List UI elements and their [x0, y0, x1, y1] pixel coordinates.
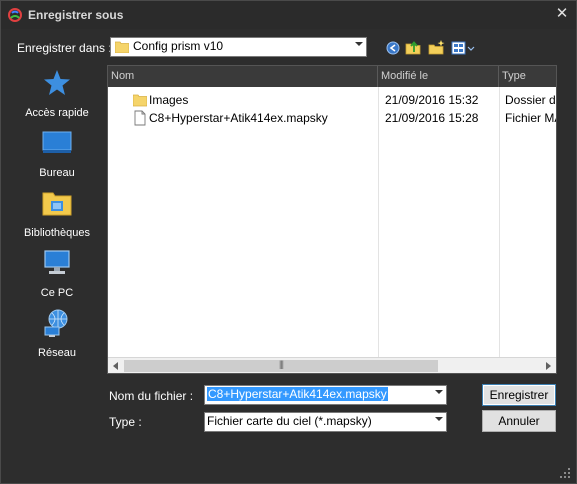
window-title: Enregistrer sous — [28, 8, 124, 22]
filename-input[interactable]: C8+Hyperstar+Atik414ex.mapsky — [204, 385, 447, 405]
filename-label: Nom du fichier : — [109, 389, 194, 403]
column-divider — [378, 87, 379, 357]
back-icon[interactable] — [384, 39, 402, 57]
location-label: Enregistrer dans : — [17, 41, 112, 55]
column-divider — [499, 87, 500, 357]
place-network[interactable]: Réseau — [13, 307, 101, 363]
file-type: Fichier MA — [505, 111, 557, 125]
horizontal-scrollbar[interactable]: ||| — [108, 357, 556, 373]
save-dialog: Enregistrer sous ✕ Enregistrer dans : Co… — [0, 0, 577, 484]
library-icon — [42, 192, 72, 216]
chevron-down-icon[interactable] — [435, 390, 443, 394]
chevron-down-icon[interactable] — [435, 417, 443, 421]
cancel-button[interactable]: Annuler — [482, 410, 556, 432]
file-row[interactable]: Images 21/09/2016 15:32 Dossier de — [108, 91, 557, 109]
location-combo[interactable]: Config prism v10 — [110, 37, 367, 57]
file-modified: 21/09/2016 15:32 — [385, 93, 479, 107]
chevron-down-icon[interactable] — [355, 42, 363, 46]
place-label: Bibliothèques — [23, 227, 91, 239]
scroll-right-button[interactable] — [541, 358, 556, 373]
place-desktop[interactable]: Bureau — [13, 127, 101, 183]
resize-grip-icon[interactable] — [559, 467, 571, 479]
folder-icon — [133, 94, 147, 107]
arrow-left-icon — [113, 362, 118, 370]
place-label: Bureau — [39, 167, 75, 179]
desktop-icon — [42, 131, 72, 153]
place-quick-access[interactable]: Accès rapide — [13, 67, 101, 123]
place-this-pc[interactable]: Ce PC — [13, 247, 101, 303]
file-icon — [134, 110, 146, 126]
places-bar: Accès rapide Bureau Bibliothèques Ce PC … — [13, 63, 101, 373]
filetype-value: Fichier carte du ciel (*.mapsky) — [207, 414, 372, 428]
folder-icon — [115, 41, 129, 53]
star-icon — [44, 70, 70, 95]
close-button[interactable]: ✕ — [553, 4, 571, 24]
file-type: Dossier de — [505, 93, 557, 107]
location-value: Config prism v10 — [133, 39, 224, 53]
scroll-grip: ||| — [278, 359, 284, 369]
file-name: C8+Hyperstar+Atik414ex.mapsky — [149, 111, 328, 125]
place-libraries[interactable]: Bibliothèques — [13, 187, 101, 243]
view-menu-icon[interactable] — [451, 39, 477, 57]
place-label: Ce PC — [40, 287, 74, 299]
place-label: Accès rapide — [25, 107, 89, 119]
up-folder-icon[interactable] — [405, 39, 423, 57]
title-bar: Enregistrer sous ✕ — [1, 1, 576, 29]
filetype-label: Type : — [109, 415, 142, 429]
file-list[interactable]: Nom Modifié le Type Images 21/09/2016 15… — [107, 65, 557, 374]
column-header-type[interactable]: Type — [499, 66, 556, 87]
scroll-thumb[interactable]: ||| — [124, 359, 438, 372]
scroll-left-button[interactable] — [108, 358, 123, 373]
save-button[interactable]: Enregistrer — [482, 384, 556, 406]
app-logo-icon — [8, 8, 22, 22]
column-header-modified[interactable]: Modifié le — [378, 66, 499, 87]
place-label: Réseau — [38, 347, 76, 359]
filename-value: C8+Hyperstar+Atik414ex.mapsky — [207, 387, 388, 401]
file-name: Images — [149, 93, 189, 107]
network-icon — [44, 309, 68, 337]
column-header-row: Nom Modifié le Type — [108, 66, 556, 87]
computer-icon — [44, 250, 70, 274]
filetype-select[interactable]: Fichier carte du ciel (*.mapsky) — [204, 412, 447, 432]
file-row[interactable]: C8+Hyperstar+Atik414ex.mapsky 21/09/2016… — [108, 109, 557, 127]
file-modified: 21/09/2016 15:28 — [385, 111, 479, 125]
arrow-right-icon — [546, 362, 551, 370]
new-folder-icon[interactable] — [428, 39, 446, 57]
column-header-name[interactable]: Nom — [108, 66, 378, 87]
